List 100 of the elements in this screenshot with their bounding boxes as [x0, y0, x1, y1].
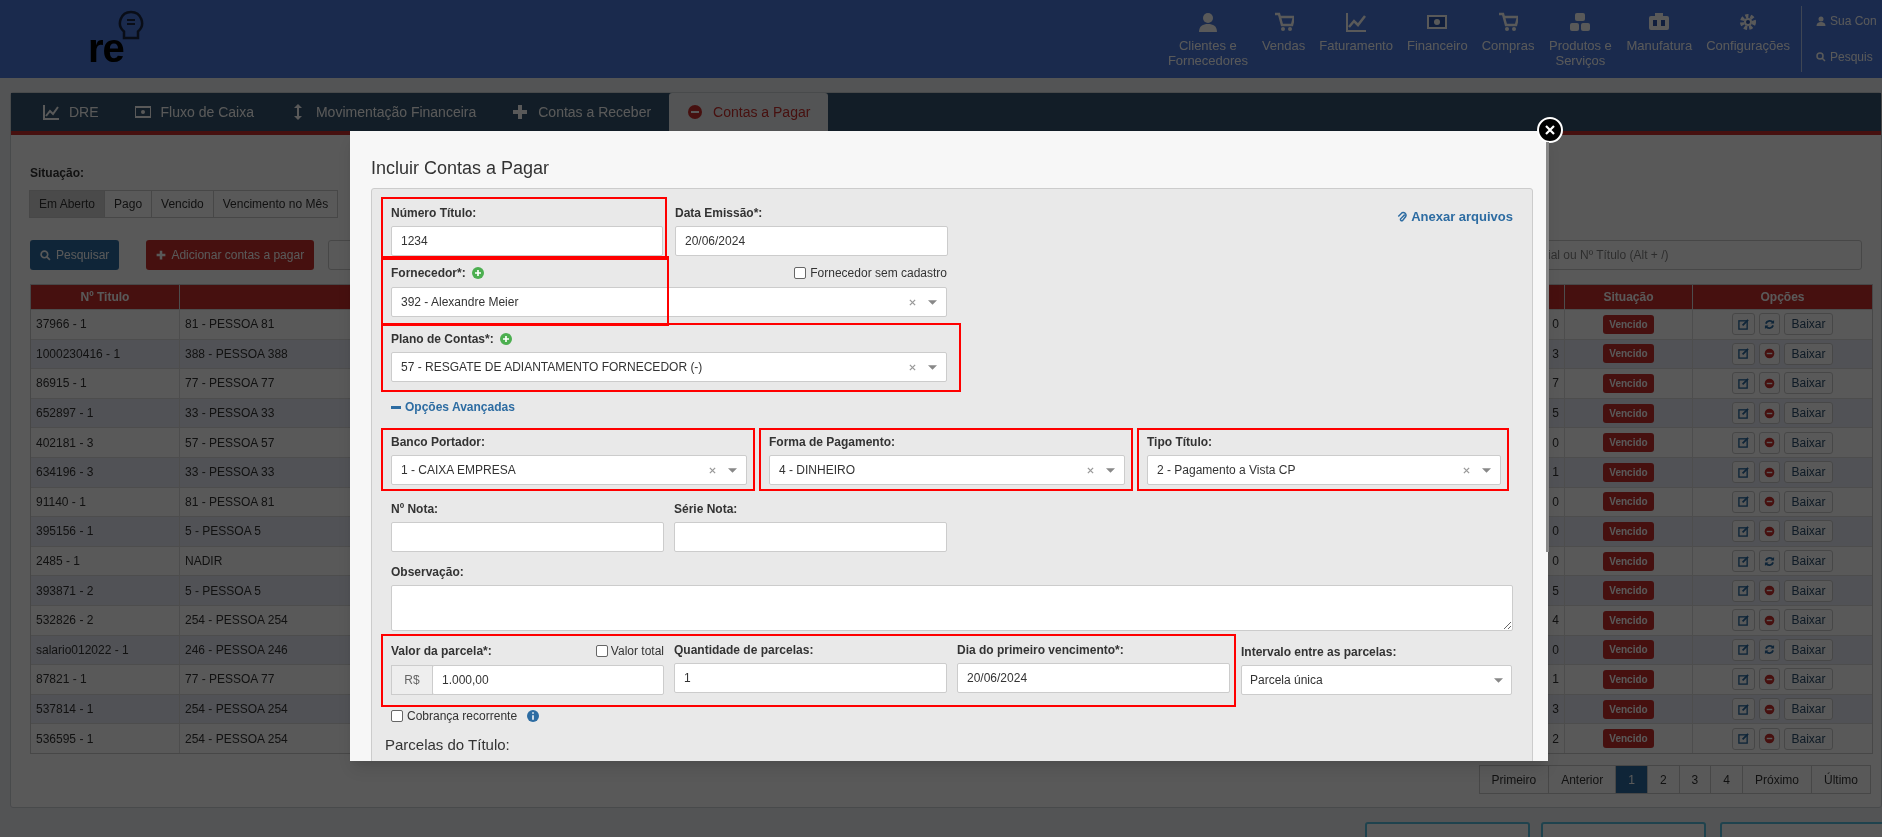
select-field[interactable]: 4 - DINHEIRO — [769, 455, 1125, 485]
baixar-button[interactable]: Baixar — [1784, 579, 1833, 602]
edit-button[interactable] — [1732, 490, 1756, 513]
remove-button[interactable] — [1759, 402, 1781, 425]
text-area[interactable] — [391, 585, 1513, 631]
status-badge: Vencido — [1603, 462, 1654, 482]
text-field[interactable] — [391, 522, 664, 552]
remove-button[interactable] — [1759, 579, 1781, 602]
pagination-button[interactable]: Primeiro — [1478, 765, 1550, 794]
pagination-button[interactable]: 1 — [1615, 765, 1648, 794]
remove-button[interactable] — [1759, 668, 1781, 691]
edit-button[interactable] — [1732, 579, 1756, 602]
module-tab[interactable]: Movimentação Financeira — [271, 93, 495, 131]
baixar-button[interactable]: Baixar — [1784, 461, 1833, 484]
text-field[interactable]: 20/06/2024 — [675, 226, 948, 256]
remove-button[interactable] — [1759, 372, 1781, 395]
minus-circle-icon — [1764, 466, 1776, 478]
pagination-button[interactable]: Último — [1811, 765, 1871, 794]
refresh-button[interactable] — [1759, 313, 1781, 336]
line-chart-icon — [1346, 12, 1367, 32]
edit-button[interactable] — [1732, 461, 1756, 484]
baixar-button[interactable]: Baixar — [1784, 402, 1833, 425]
clear-icon — [1087, 466, 1094, 474]
remove-button[interactable] — [1759, 520, 1781, 543]
edit-button[interactable] — [1732, 727, 1756, 750]
baixar-button[interactable]: Baixar — [1784, 490, 1833, 513]
module-tab[interactable]: Fluxo de Caixa — [116, 93, 272, 131]
text-field[interactable]: 1.000,00 — [432, 665, 664, 695]
pagination-button[interactable]: Anterior — [1548, 765, 1617, 794]
attach-link[interactable]: Anexar arquivos — [1397, 207, 1513, 227]
baixar-button[interactable]: Baixar — [1784, 342, 1833, 365]
paperclip-icon — [1397, 210, 1408, 224]
pagination-button[interactable]: 4 — [1710, 765, 1743, 794]
filter-option[interactable]: Vencimento no Mês — [212, 190, 339, 218]
edit-button[interactable] — [1732, 313, 1756, 336]
select-field[interactable]: 57 - RESGATE DE ADIANTAMENTO FORNECEDOR (-) — [391, 352, 947, 382]
remove-button[interactable] — [1759, 490, 1781, 513]
edit-button[interactable] — [1732, 342, 1756, 365]
baixar-button[interactable]: Baixar — [1784, 698, 1833, 720]
search-button[interactable]: Pesquisar — [30, 240, 120, 270]
select-field[interactable]: 392 - Alexandre Meier — [391, 287, 947, 317]
edit-button[interactable] — [1732, 668, 1756, 691]
pagination-button[interactable]: 2 — [1646, 765, 1680, 794]
baixar-button[interactable]: Baixar — [1784, 550, 1833, 573]
remove-button[interactable] — [1759, 698, 1781, 720]
baixar-button[interactable]: Baixar — [1784, 313, 1833, 336]
scrollbar-thumb[interactable] — [1546, 142, 1549, 552]
edit-icon — [1738, 555, 1750, 567]
baixar-button[interactable]: Baixar — [1784, 638, 1833, 661]
edit-button[interactable] — [1732, 609, 1756, 632]
remove-button[interactable] — [1759, 461, 1781, 484]
banknote-icon — [1427, 12, 1448, 32]
edit-button[interactable] — [1732, 698, 1756, 720]
checkbox[interactable] — [794, 267, 807, 279]
text-field[interactable]: 20/06/2024 — [957, 663, 1230, 693]
field-label: Dia do primeiro vencimento*: — [957, 642, 1125, 658]
select-field[interactable]: 2 - Pagamento a Vista CP — [1147, 455, 1501, 485]
checkbox[interactable] — [595, 645, 608, 657]
remove-button[interactable] — [1759, 727, 1781, 750]
baixar-button[interactable]: Baixar — [1784, 609, 1833, 632]
edit-button[interactable] — [1732, 431, 1756, 454]
edit-button[interactable] — [1732, 402, 1756, 425]
text-field[interactable]: 1234 — [391, 226, 663, 256]
remove-button[interactable] — [1759, 431, 1781, 454]
refresh-button[interactable] — [1759, 550, 1781, 573]
baixar-button[interactable]: Baixar — [1784, 520, 1833, 543]
module-tab[interactable]: Contas a Receber — [494, 93, 670, 131]
filter-option[interactable]: Pago — [104, 190, 153, 218]
field-label: Forma de Pagamento: — [769, 434, 897, 450]
caret-down-icon — [928, 364, 937, 370]
caret-down-icon — [1106, 467, 1115, 473]
select-field[interactable]: 1 - CAIXA EMPRESA — [391, 455, 747, 485]
text-field[interactable]: 1 — [674, 663, 947, 693]
filter-option[interactable]: Em Aberto — [29, 190, 106, 218]
text-field[interactable] — [674, 522, 947, 552]
minus-circle-icon — [1764, 614, 1776, 626]
baixar-button[interactable]: Baixar — [1784, 727, 1833, 750]
remove-button[interactable] — [1759, 342, 1781, 365]
edit-button[interactable] — [1732, 520, 1756, 543]
edit-button[interactable] — [1732, 638, 1756, 661]
advanced-options-link[interactable]: Opções Avançadas — [391, 398, 515, 416]
module-tab[interactable]: DRE — [25, 93, 117, 131]
refresh-button[interactable] — [1759, 638, 1781, 661]
baixar-button[interactable]: Baixar — [1784, 431, 1833, 454]
checkbox[interactable] — [391, 710, 403, 722]
checkbox-label: Fornecedor sem cadastro — [810, 265, 947, 282]
baixar-button[interactable]: Baixar — [1784, 668, 1833, 691]
minus-circle-icon — [1764, 673, 1776, 685]
pagination-button[interactable]: Próximo — [1741, 765, 1812, 794]
add-button[interactable]: Adicionar contas a pagar — [146, 240, 315, 270]
edit-button[interactable] — [1732, 550, 1756, 573]
remove-button[interactable] — [1759, 609, 1781, 632]
status-badge: Vencido — [1603, 403, 1654, 423]
edit-icon — [1738, 673, 1750, 685]
filter-option[interactable]: Vencido — [151, 190, 214, 218]
edit-button[interactable] — [1732, 372, 1756, 395]
select-field[interactable]: Parcela única — [1241, 665, 1512, 695]
status-badge: Vencido — [1603, 492, 1654, 512]
module-tab[interactable]: Contas a Pagar — [669, 93, 829, 131]
baixar-button[interactable]: Baixar — [1784, 372, 1833, 395]
